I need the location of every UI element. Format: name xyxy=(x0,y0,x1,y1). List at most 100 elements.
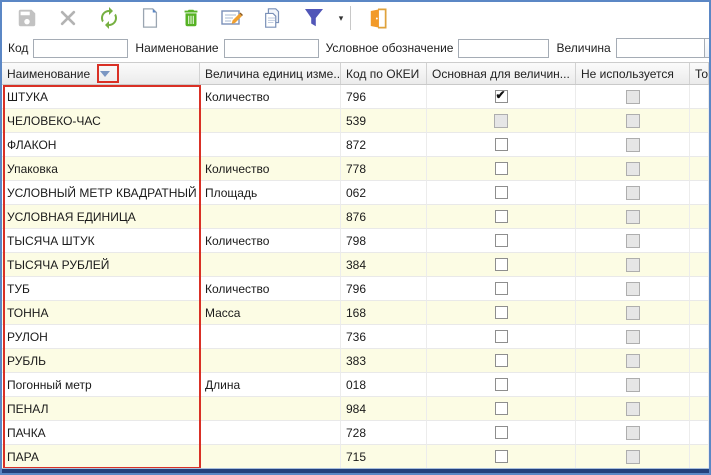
cell-unused[interactable] xyxy=(576,277,690,301)
cell-name[interactable]: ПЕНАЛ xyxy=(2,397,200,421)
name-filter-input[interactable] xyxy=(224,39,319,58)
add-button[interactable] xyxy=(129,3,170,33)
cell-unused[interactable] xyxy=(576,253,690,277)
table-row[interactable]: ТУБ Количество 796 xyxy=(2,277,709,301)
unused-checkbox[interactable] xyxy=(626,378,640,392)
cell-name[interactable]: ФЛАКОН xyxy=(2,133,200,157)
cell-quantity[interactable]: Длина xyxy=(200,373,341,397)
cell-name[interactable]: ЧЕЛОВЕКО-ЧАС xyxy=(2,109,200,133)
primary-checkbox[interactable] xyxy=(495,354,508,367)
delete-button[interactable] xyxy=(170,3,211,33)
cell-primary[interactable] xyxy=(427,181,576,205)
filter-dropdown-button[interactable]: ▾ xyxy=(334,3,348,33)
cell-name[interactable]: ТЫСЯЧА РУБЛЕЙ xyxy=(2,253,200,277)
cell-quantity[interactable] xyxy=(200,205,341,229)
cell-okei-code[interactable]: 168 xyxy=(341,301,427,325)
cell-unused[interactable] xyxy=(576,397,690,421)
unused-checkbox[interactable] xyxy=(626,114,640,128)
primary-checkbox[interactable] xyxy=(495,426,508,439)
table-row[interactable]: ПЕНАЛ 984 xyxy=(2,397,709,421)
table-row[interactable]: ПАРА 715 xyxy=(2,445,709,469)
cell-name[interactable]: УСЛОВНАЯ ЕДИНИЦА xyxy=(2,205,200,229)
cell-okei-code[interactable]: 062 xyxy=(341,181,427,205)
primary-checkbox[interactable] xyxy=(495,162,508,175)
cell-primary[interactable] xyxy=(427,397,576,421)
cell-unused[interactable] xyxy=(576,109,690,133)
cell-name[interactable]: РУБЛЬ xyxy=(2,349,200,373)
primary-checkbox[interactable] xyxy=(495,402,508,415)
cell-okei-code[interactable]: 539 xyxy=(341,109,427,133)
column-header-unused[interactable]: Не используется xyxy=(576,63,690,84)
primary-checkbox[interactable] xyxy=(495,210,508,223)
cell-primary[interactable] xyxy=(427,301,576,325)
cell-primary[interactable] xyxy=(427,109,576,133)
cell-quantity[interactable] xyxy=(200,349,341,373)
cell-name[interactable]: УСЛОВНЫЙ МЕТР КВАДРАТНЫЙ xyxy=(2,181,200,205)
cell-quantity[interactable] xyxy=(200,109,341,133)
cell-primary[interactable] xyxy=(427,253,576,277)
filter-button[interactable] xyxy=(293,3,334,33)
cell-okei-code[interactable]: 796 xyxy=(341,85,427,109)
sort-desc-icon[interactable] xyxy=(100,71,110,77)
unused-checkbox[interactable] xyxy=(626,258,640,272)
primary-checkbox[interactable] xyxy=(494,114,508,128)
cell-name[interactable]: ТЫСЯЧА ШТУК xyxy=(2,229,200,253)
unused-checkbox[interactable] xyxy=(626,306,640,320)
primary-checkbox[interactable] xyxy=(495,330,508,343)
primary-checkbox[interactable] xyxy=(495,282,508,295)
unused-checkbox[interactable] xyxy=(626,186,640,200)
quantity-filter-input[interactable] xyxy=(616,38,704,58)
cell-primary[interactable] xyxy=(427,277,576,301)
unused-checkbox[interactable] xyxy=(626,90,640,104)
primary-checkbox[interactable] xyxy=(495,234,508,247)
table-row[interactable]: ТЫСЯЧА РУБЛЕЙ 384 xyxy=(2,253,709,277)
cell-name[interactable]: Погонный метр xyxy=(2,373,200,397)
cell-primary[interactable] xyxy=(427,229,576,253)
cell-quantity[interactable] xyxy=(200,445,341,469)
unused-checkbox[interactable] xyxy=(626,450,640,464)
table-row[interactable]: ЧЕЛОВЕКО-ЧАС 539 xyxy=(2,109,709,133)
column-header-name[interactable]: Наименование xyxy=(2,63,200,84)
cell-unused[interactable] xyxy=(576,229,690,253)
cell-okei-code[interactable]: 384 xyxy=(341,253,427,277)
primary-checkbox[interactable] xyxy=(495,450,508,463)
combo-dropdown-button[interactable] xyxy=(704,38,711,58)
cell-unused[interactable] xyxy=(576,181,690,205)
code-filter-input[interactable] xyxy=(33,39,128,58)
cell-okei-code[interactable]: 796 xyxy=(341,277,427,301)
primary-checkbox[interactable] xyxy=(495,258,508,271)
copy-button[interactable] xyxy=(252,3,293,33)
cell-primary[interactable] xyxy=(427,157,576,181)
table-row[interactable]: УСЛОВНЫЙ МЕТР КВАДРАТНЫЙ Площадь 062 xyxy=(2,181,709,205)
table-row[interactable]: Погонный метр Длина 018 xyxy=(2,373,709,397)
cell-okei-code[interactable]: 872 xyxy=(341,133,427,157)
cell-quantity[interactable]: Количество xyxy=(200,157,341,181)
cell-unused[interactable] xyxy=(576,421,690,445)
cell-quantity[interactable]: Количество xyxy=(200,277,341,301)
cell-quantity[interactable] xyxy=(200,325,341,349)
unused-checkbox[interactable] xyxy=(626,210,640,224)
cell-unused[interactable] xyxy=(576,157,690,181)
cell-unused[interactable] xyxy=(576,373,690,397)
column-header-primary[interactable]: Основная для величин... xyxy=(427,63,576,84)
quantity-filter-combobox[interactable] xyxy=(616,38,711,58)
unused-checkbox[interactable] xyxy=(626,426,640,440)
primary-checkbox[interactable] xyxy=(495,186,508,199)
unused-checkbox[interactable] xyxy=(626,138,640,152)
cell-unused[interactable] xyxy=(576,349,690,373)
cell-primary[interactable] xyxy=(427,373,576,397)
cell-okei-code[interactable]: 876 xyxy=(341,205,427,229)
cell-okei-code[interactable]: 383 xyxy=(341,349,427,373)
cell-primary[interactable] xyxy=(427,205,576,229)
cell-okei-code[interactable]: 798 xyxy=(341,229,427,253)
cell-unused[interactable] xyxy=(576,325,690,349)
table-row[interactable]: ШТУКА Количество 796 xyxy=(2,85,709,109)
cancel-button[interactable] xyxy=(47,3,88,33)
cell-primary[interactable] xyxy=(427,133,576,157)
unused-checkbox[interactable] xyxy=(626,162,640,176)
unused-checkbox[interactable] xyxy=(626,234,640,248)
table-row[interactable]: РУЛОН 736 xyxy=(2,325,709,349)
cell-quantity[interactable] xyxy=(200,421,341,445)
column-header-okei-code[interactable]: Код по ОКЕИ xyxy=(341,63,427,84)
cell-name[interactable]: Упаковка xyxy=(2,157,200,181)
